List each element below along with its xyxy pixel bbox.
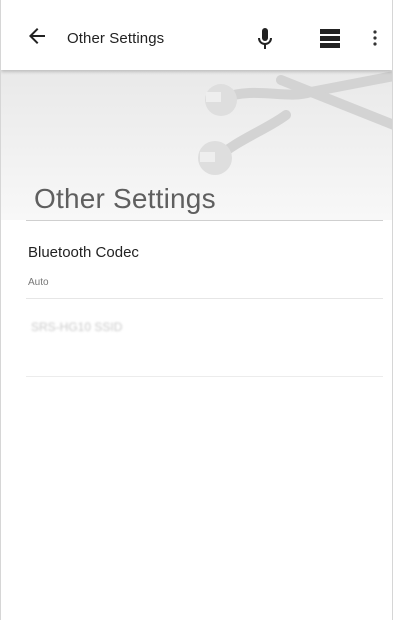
- title-divider: [26, 220, 383, 221]
- appbar-title: Other Settings: [67, 30, 165, 47]
- setting-label: SRS-HG10 SSID: [31, 320, 123, 334]
- setting-value: Auto: [28, 277, 49, 288]
- arrow-left-icon[interactable]: [25, 24, 49, 48]
- app-window: Other Settings Other Settings Bluetooth …: [0, 0, 393, 620]
- list-divider: [26, 298, 383, 299]
- app-bar: Other Settings: [1, 0, 392, 70]
- setting-ssid[interactable]: SRS-HG10 SSID: [26, 300, 383, 376]
- more-vertical-icon[interactable]: [369, 27, 381, 49]
- setting-bluetooth-codec[interactable]: Bluetooth Codec Auto: [26, 232, 383, 298]
- empty-area: [1, 377, 392, 620]
- page-title: Other Settings: [34, 183, 216, 214]
- setting-label: Bluetooth Codec: [28, 244, 139, 261]
- microphone-icon[interactable]: [253, 26, 277, 52]
- hamburger-icon[interactable]: [317, 27, 343, 49]
